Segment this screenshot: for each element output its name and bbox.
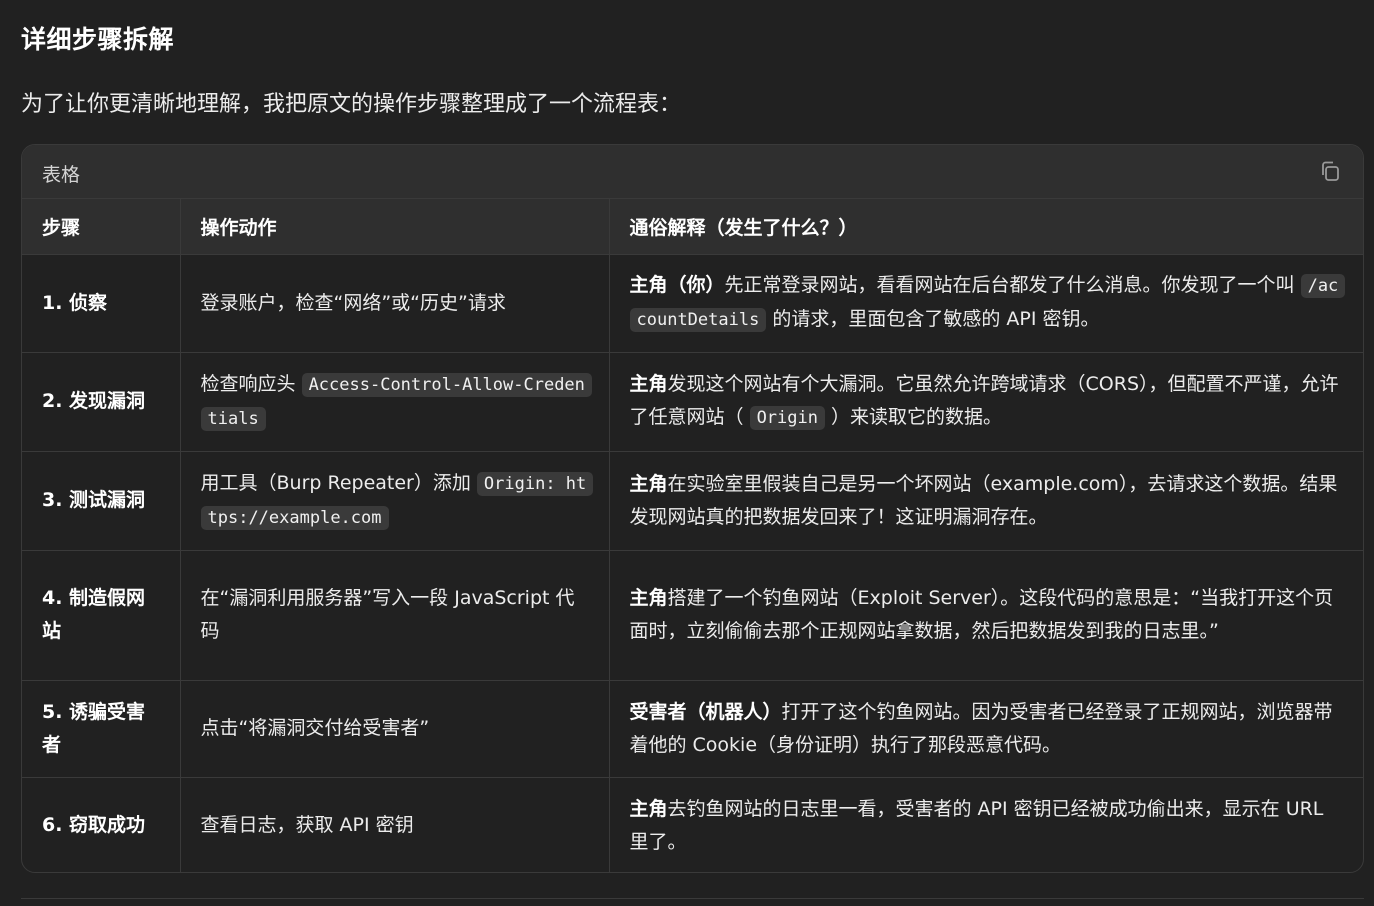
table-row: 3. 测试漏洞 用工具（Burp Repeater）添加 Origin: htt…	[22, 451, 1363, 551]
explanation-text: 的请求，里面包含了敏感的 API 密钥。	[772, 308, 1100, 330]
step-cell: 3. 测试漏洞	[22, 451, 181, 551]
explanation-subject: 主角（你）	[629, 274, 725, 296]
explanation-text: 搭建了一个钓鱼网站（Exploit Server）。这段代码的意思是：“当我打开…	[629, 587, 1334, 642]
table-header-row: 步骤 操作动作 通俗解释（发生了什么？）	[22, 199, 1363, 255]
table-card-header: 表格	[22, 145, 1363, 199]
column-header-step: 步骤	[22, 199, 181, 255]
action-cell: 点击“将漏洞交付给受害者”	[180, 680, 610, 778]
table-row: 2. 发现漏洞 检查响应头 Access-Control-Allow-Crede…	[22, 352, 1363, 452]
step-cell: 6. 窃取成功	[22, 777, 181, 872]
step-cell: 2. 发现漏洞	[22, 352, 181, 452]
table-row: 5. 诱骗受害者 点击“将漏洞交付给受害者” 受害者（机器人）打开了这个钓鱼网站…	[22, 680, 1363, 778]
steps-table: 步骤 操作动作 通俗解释（发生了什么？） 1. 侦察 登录账户，检查“网络”或“…	[22, 199, 1363, 872]
inline-code: Origin	[749, 406, 825, 430]
action-cell: 在“漏洞利用服务器”写入一段 JavaScript 代码	[180, 550, 610, 681]
explanation-subject: 受害者（机器人）	[629, 700, 782, 723]
table-card: 表格 步骤 操作动作 通俗解释（发生了什么？） 1. 侦察 登录账户，检查“网络…	[21, 144, 1364, 873]
explanation-text: 先正常登录网站，看看网站在后台都发了什么消息。你发现了一个叫	[724, 274, 1295, 296]
action-cell: 登录账户，检查“网络”或“历史”请求	[180, 254, 610, 353]
explanation-cell: 主角搭建了一个钓鱼网站（Exploit Server）。这段代码的意思是：“当我…	[609, 550, 1363, 681]
section-heading: 详细步骤拆解	[21, 25, 175, 54]
explanation-cell: 主角（你）先正常登录网站，看看网站在后台都发了什么消息。你发现了一个叫 /acc…	[609, 254, 1363, 353]
explanation-text: ）来读取它的数据。	[831, 406, 1003, 428]
action-cell: 用工具（Burp Repeater）添加 Origin: https://exa…	[180, 451, 610, 551]
explanation-cell: 主角发现这个网站有个大漏洞。它虽然允许跨域请求（CORS），但配置不严谨，允许了…	[609, 352, 1363, 452]
explanation-cell: 主角去钓鱼网站的日志里一看，受害者的 API 密钥已经被成功偷出来，显示在 UR…	[609, 777, 1363, 872]
column-header-action: 操作动作	[180, 199, 610, 255]
step-cell: 5. 诱骗受害者	[22, 680, 181, 778]
explanation-subject: 主角	[629, 797, 668, 820]
action-text: 用工具（Burp Repeater）添加	[200, 471, 471, 494]
step-cell: 1. 侦察	[22, 254, 181, 353]
table-row: 6. 窃取成功 查看日志，获取 API 密钥 主角去钓鱼网站的日志里一看，受害者…	[22, 777, 1363, 872]
divider	[21, 898, 1364, 899]
explanation-cell: 主角在实验室里假装自己是另一个坏网站（example.com），去请求这个数据。…	[609, 451, 1363, 551]
table-row: 4. 制造假网站 在“漏洞利用服务器”写入一段 JavaScript 代码 主角…	[22, 550, 1363, 681]
action-cell: 查看日志，获取 API 密钥	[180, 777, 610, 872]
step-cell: 4. 制造假网站	[22, 550, 181, 681]
table-row: 1. 侦察 登录账户，检查“网络”或“历史”请求 主角（你）先正常登录网站，看看…	[22, 254, 1363, 353]
explanation-subject: 主角	[629, 472, 668, 495]
explanation-text: 在实验室里假装自己是另一个坏网站（example.com），去请求这个数据。结果…	[629, 472, 1338, 528]
table-card-title: 表格	[42, 164, 81, 186]
chat-message: 详细步骤拆解 为了让你更清晰地理解，我把原文的操作步骤整理成了一个流程表： 表格…	[0, 0, 1374, 906]
action-cell: 检查响应头 Access-Control-Allow-Credentials	[180, 352, 610, 452]
explanation-subject: 主角	[629, 587, 668, 609]
explanation-text: 去钓鱼网站的日志里一看，受害者的 API 密钥已经被成功偷出来，显示在 URL …	[629, 797, 1324, 853]
copy-icon[interactable]	[1319, 160, 1341, 182]
column-header-explanation: 通俗解释（发生了什么？）	[609, 199, 1363, 255]
intro-text: 为了让你更清晰地理解，我把原文的操作步骤整理成了一个流程表：	[21, 92, 682, 117]
explanation-subject: 主角	[629, 373, 668, 395]
action-text: 检查响应头	[200, 372, 296, 395]
explanation-cell: 受害者（机器人）打开了这个钓鱼网站。因为受害者已经登录了正规网站，浏览器带着他的…	[609, 680, 1363, 778]
